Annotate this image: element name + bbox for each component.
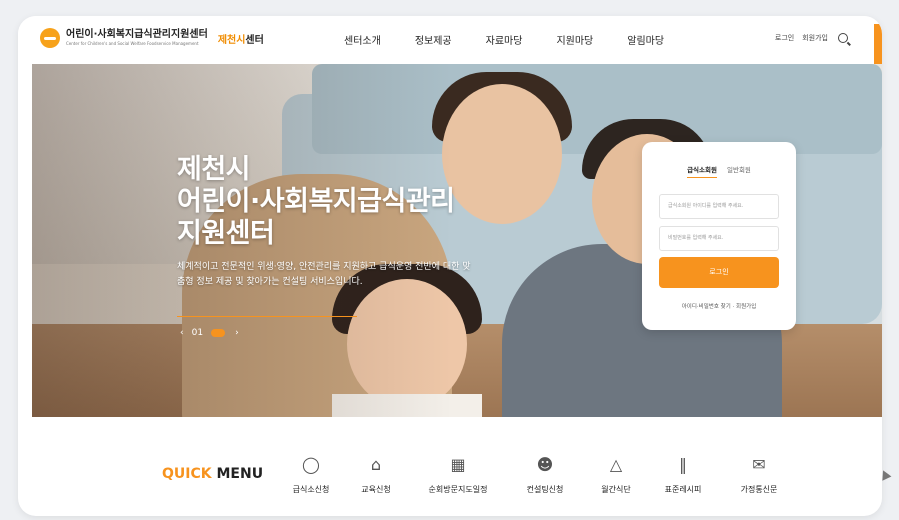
nav-item-support[interactable]: 지원마당 (556, 32, 593, 47)
hero-title: 제천시 어린이·사회복지급식관리 지원센터 (177, 154, 455, 250)
quick-item-visit-schedule[interactable]: ▦ 순회방문지도일정 (418, 454, 498, 495)
login-help-links: 아이디·비밀번호 찾기 · 회원가입 (642, 302, 796, 310)
logo-icon (40, 28, 60, 48)
utensils-icon: ‖ (679, 455, 687, 474)
hero-description: 체계적이고 전문적인 위생·영양, 안전관리를 지원하고 급식운영 전반에 대한… (177, 262, 471, 287)
quick-item-standard-recipe[interactable]: ‖ 표준레시피 (643, 454, 723, 495)
tab-facility-member[interactable]: 급식소회원 (687, 164, 717, 178)
login-panel: 급식소회원 일반회원 급식소회원 아이디를 입력해 주세요. 비밀번호를 입력해… (642, 142, 796, 330)
logo-subtitle: Center for Children's and Social Welfare… (66, 41, 199, 46)
id-field[interactable]: 급식소회원 아이디를 입력해 주세요. (659, 194, 779, 219)
slider-prev-icon[interactable]: ‹ (180, 328, 184, 338)
main-nav: 센터소개 정보제공 자료마당 지원마당 알림마당 (344, 32, 698, 47)
tab-general-member[interactable]: 일반회원 (727, 164, 751, 178)
nav-item-resources[interactable]: 자료마당 (486, 32, 523, 47)
side-accent-bar (874, 24, 882, 64)
quick-menu-title: QUICK MENU (162, 466, 263, 482)
slider-pause-button[interactable] (211, 329, 226, 337)
browser-page: 어린이·사회복지급식관리지원센터 Center for Children's a… (18, 16, 882, 516)
hero-divider (177, 316, 357, 317)
search-icon[interactable] (838, 33, 848, 43)
site-header: 어린이·사회복지급식관리지원센터 Center for Children's a… (18, 16, 882, 64)
building-icon: ⌂ (370, 455, 382, 474)
find-account-link[interactable]: 아이디·비밀번호 찾기 · 회원가입 (682, 304, 757, 310)
login-tabs: 급식소회원 일반회원 (642, 164, 796, 178)
login-button[interactable]: 로그인 (659, 257, 779, 288)
quick-menu: QUICK MENU ◯ 급식소신청 ⌂ 교육신청 ▦ 순회방문지도일정 ☻ 컨… (18, 436, 882, 516)
logo-text: 어린이·사회복지급식관리지원센터 Center for Children's a… (66, 29, 208, 47)
logo-title: 어린이·사회복지급식관리지원센터 (66, 29, 208, 40)
quick-item-label: 교육신청 (361, 485, 391, 494)
hero-title-line1: 제천시 (177, 154, 251, 185)
login-link[interactable]: 로그인 (775, 33, 794, 43)
nav-item-center-intro[interactable]: 센터소개 (344, 32, 381, 47)
mail-icon: ✉ (752, 455, 766, 474)
quick-item-label: 컨설팅신청 (526, 485, 564, 494)
password-field[interactable]: 비밀번호를 입력해 주세요. (659, 226, 779, 251)
quick-item-consulting-apply[interactable]: ☻ 컨설팅신청 (505, 454, 585, 495)
utility-menu: 로그인 회원가입 (767, 33, 848, 43)
logo-city: 제천시센터 (218, 31, 264, 46)
quick-item-education-apply[interactable]: ⌂ 교육신청 (336, 454, 416, 495)
quick-item-label: 가정통신문 (740, 485, 778, 494)
quick-menu-title-accent: QUICK (162, 466, 212, 482)
nav-item-notice[interactable]: 알림마당 (627, 32, 664, 47)
logo-center: 센터 (245, 34, 264, 46)
signup-link[interactable]: 회원가입 (802, 33, 828, 43)
quick-item-newsletter[interactable]: ✉ 가정통신문 (719, 454, 799, 495)
slider-next-icon[interactable]: › (235, 328, 239, 338)
nav-item-info[interactable]: 정보제공 (415, 32, 452, 47)
hero-mother-face (442, 84, 562, 224)
bus-icon: ▦ (450, 455, 466, 474)
hero-title-line3: 지원센터 (177, 218, 275, 249)
site-logo[interactable]: 어린이·사회복지급식관리지원센터 Center for Children's a… (40, 28, 264, 48)
quick-item-label: 순회방문지도일정 (428, 485, 488, 494)
quick-item-label: 표준레시피 (664, 485, 702, 494)
quick-menu-title-rest: MENU (211, 466, 264, 482)
logo-city-name: 제천시 (217, 34, 246, 46)
hero-title-line2: 어린이·사회복지급식관리 (177, 186, 455, 217)
person-icon: ☻ (536, 455, 554, 474)
slider-controls: ‹ 01 › (180, 328, 239, 338)
slider-counter: 01 (191, 328, 204, 338)
